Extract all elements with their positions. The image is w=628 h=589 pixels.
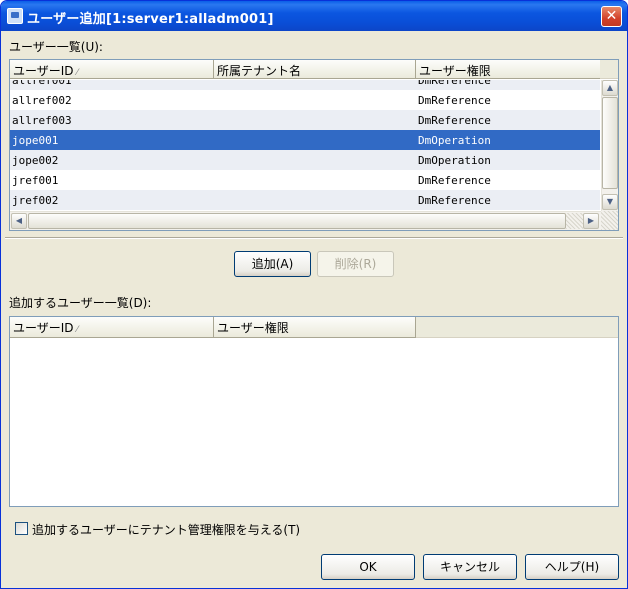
sort-indicator-icon: ⁄ [76, 68, 79, 78]
table-row[interactable]: allref003 DmReference [10, 110, 600, 130]
close-icon: ✕ [605, 8, 618, 24]
table-row[interactable]: jope002 DmOperation [10, 150, 600, 170]
window-title: ユーザー追加[1:server1:alladm001] [27, 12, 274, 27]
sort-indicator-icon: ⁄ [76, 325, 79, 335]
dialog-window: ユーザー追加[1:server1:alladm001] ✕ ユーザー一覧(U):… [0, 0, 628, 589]
cell-role: DmOperation [418, 134, 491, 147]
app-icon [7, 8, 23, 24]
column-header-user-id[interactable]: ユーザーID ⁄ [10, 60, 214, 79]
add-button[interactable]: 追加(A) [234, 251, 311, 277]
column-header-role[interactable]: ユーザー権限 [416, 60, 600, 79]
scroll-track[interactable] [566, 213, 583, 229]
horizontal-scrollbar[interactable]: ◀ ▶ [10, 211, 601, 230]
table-row[interactable]: jref001 DmReference [10, 170, 600, 190]
scroll-down-button[interactable]: ▼ [602, 194, 618, 210]
cell-role: DmReference [418, 174, 491, 187]
cell-user-id: jope001 [12, 134, 59, 147]
section-divider [5, 237, 623, 239]
tenant-admin-checkbox[interactable] [15, 522, 28, 535]
scroll-right-button[interactable]: ▶ [583, 213, 599, 229]
cell-user-id: jref002 [12, 194, 59, 207]
horizontal-scroll-thumb[interactable] [28, 213, 566, 229]
add-list-label: 追加するユーザー一覧(D): [9, 296, 152, 310]
cell-user-id: jref001 [12, 174, 59, 187]
close-button[interactable]: ✕ [601, 6, 622, 27]
tenant-admin-checkbox-label[interactable]: 追加するユーザーにテナント管理権限を与える(T) [32, 521, 300, 538]
user-list-header: ユーザーID ⁄ 所属テナント名 ユーザー権限 [10, 60, 618, 79]
column-header-tenant[interactable]: 所属テナント名 [214, 60, 416, 79]
cell-user-id: allref002 [12, 94, 72, 107]
table-row[interactable]: allref002 DmReference [10, 90, 600, 110]
help-button[interactable]: ヘルプ(H) [525, 554, 619, 580]
cell-user-id: jope002 [12, 154, 59, 167]
user-list-table[interactable]: ユーザーID ⁄ 所属テナント名 ユーザー権限 allref001 DmRefere… [9, 59, 619, 231]
add-list-header: ユーザーID ⁄ ユーザー権限 [10, 317, 618, 338]
vertical-scroll-thumb[interactable] [602, 97, 618, 189]
cancel-button[interactable]: キャンセル [423, 554, 517, 580]
cell-role: DmReference [418, 94, 491, 107]
vertical-scrollbar[interactable]: ▲ ▼ [601, 80, 618, 211]
add-column-header-user-id[interactable]: ユーザーID ⁄ [10, 317, 214, 338]
remove-button[interactable]: 削除(R) [317, 251, 394, 277]
title-bar[interactable]: ユーザー追加[1:server1:alladm001] ✕ [1, 1, 627, 31]
table-row[interactable]: jope001 DmOperation [10, 130, 600, 150]
cell-user-id: allref003 [12, 114, 72, 127]
add-list-table[interactable]: ユーザーID ⁄ ユーザー権限 [9, 316, 619, 507]
scroll-left-button[interactable]: ◀ [11, 213, 27, 229]
scroll-corner [601, 211, 618, 230]
ok-button[interactable]: OK [321, 554, 415, 580]
user-list-label: ユーザー一覧(U): [9, 40, 103, 54]
add-column-header-role[interactable]: ユーザー権限 [214, 317, 416, 338]
table-row[interactable]: jref002 DmReference [10, 190, 600, 210]
cell-role: DmReference [418, 114, 491, 127]
cell-role: DmOperation [418, 154, 491, 167]
scroll-up-button[interactable]: ▲ [602, 80, 618, 96]
cell-role: DmReference [418, 194, 491, 207]
